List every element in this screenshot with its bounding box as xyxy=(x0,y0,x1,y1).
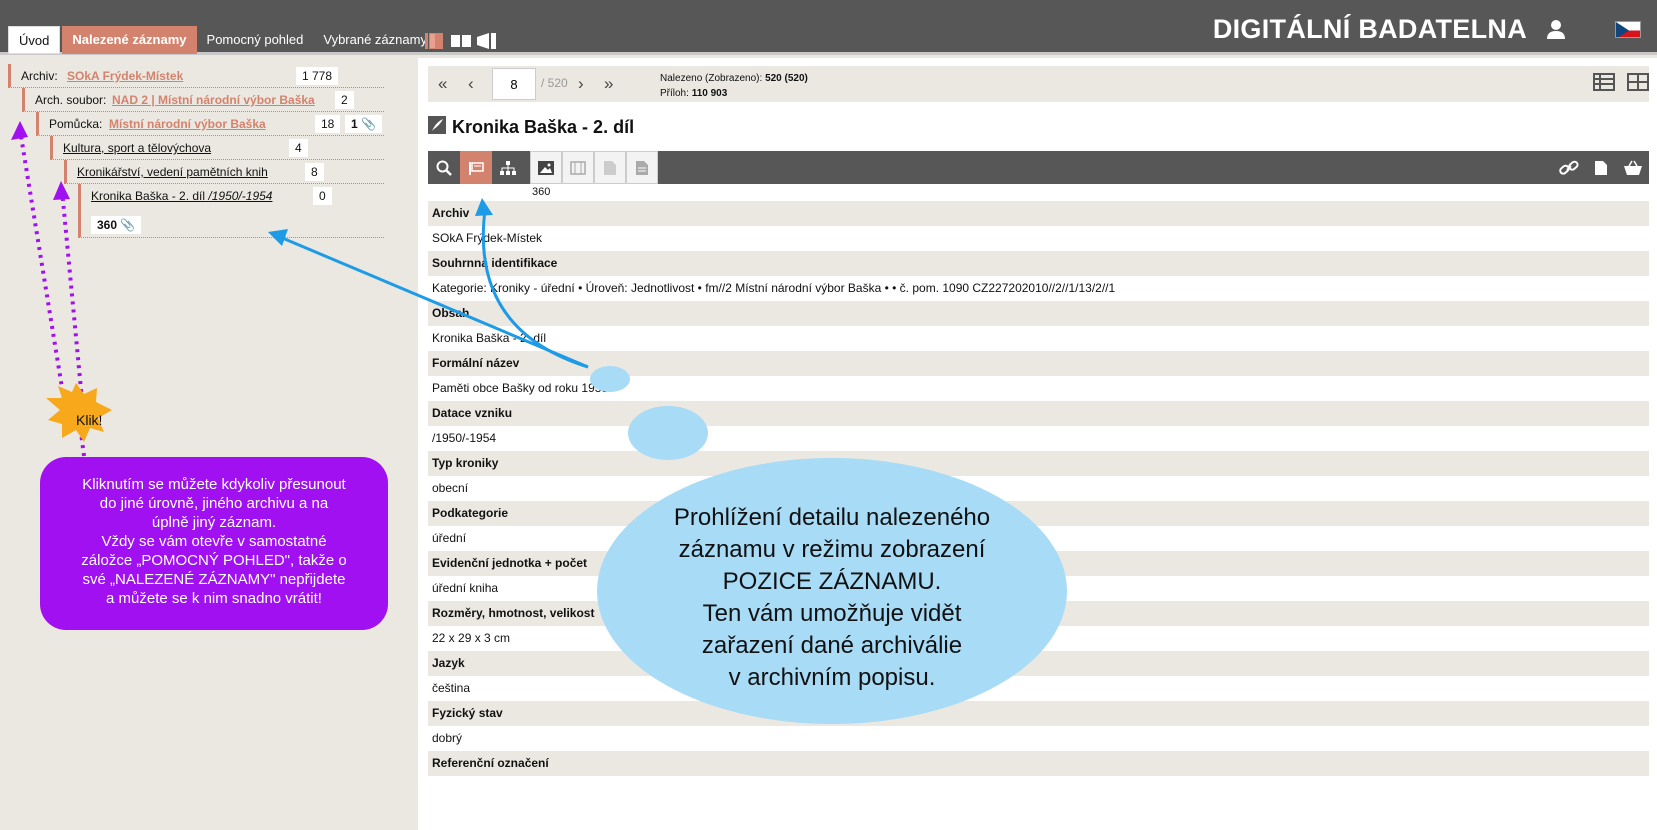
archive-tree-panel: Archiv: SOkA Frýdek-Místek 1 778 Arch. s… xyxy=(0,58,410,830)
first-page-icon[interactable]: « xyxy=(438,74,447,94)
field-value: Paměti obce Bašky od roku 1938 xyxy=(428,376,1649,401)
record-fields: Archiv SOkA Frýdek-Místek Souhrnná ident… xyxy=(428,201,1649,801)
attach-label: Příloh: xyxy=(660,88,689,99)
tree-row-arch-soubor: Arch. soubor: NAD 2 | Místní národní výb… xyxy=(22,88,384,112)
found-label: Nalezeno (Zobrazeno): xyxy=(660,73,763,84)
tree-count: 4 xyxy=(289,139,308,157)
tab-pomocny-pohled[interactable]: Pomocný pohled xyxy=(197,26,314,54)
page-total: / 520 xyxy=(541,76,568,90)
field-label: Archiv xyxy=(428,201,1649,226)
record-position-icon[interactable] xyxy=(460,151,492,184)
attach-value: 110 903 xyxy=(691,88,728,99)
field-label: Souhrnná identifikace xyxy=(428,251,1649,276)
field-label: Datace vzniku xyxy=(428,401,1649,426)
two-panel-icon[interactable] xyxy=(451,32,471,50)
split-view-icon[interactable] xyxy=(425,32,445,50)
quill-icon xyxy=(428,116,446,139)
list-view-icons xyxy=(1593,72,1649,97)
tree-attachment-count-value: 360 xyxy=(97,218,118,232)
pdf-export-icon[interactable] xyxy=(1585,151,1617,184)
field-value: čeština xyxy=(428,676,1649,701)
view-mode-icons xyxy=(425,32,497,50)
tree-kronika-date: /1950/-1954 xyxy=(208,189,273,203)
field-value: SOkA Frýdek-Místek xyxy=(428,226,1649,251)
field-label: Rozměry, hmotnost, velikost xyxy=(428,601,1649,626)
tree-link-kultura[interactable]: Kultura, sport a tělovýchova xyxy=(63,136,211,160)
tree-link-archiv[interactable]: SOkA Frýdek-Místek xyxy=(67,64,183,88)
tree-link-kronika[interactable]: Kronika Baška - 2. díl /1950/-1954 xyxy=(91,184,272,208)
tree-link-arch-soubor[interactable]: NAD 2 | Místní národní výbor Baška xyxy=(112,88,315,112)
field-value: úřední kniha xyxy=(428,576,1649,601)
tree-count: 1 778 xyxy=(296,67,339,85)
next-page-icon[interactable]: › xyxy=(578,74,584,94)
pdf-icon[interactable] xyxy=(594,151,626,184)
field-label: Evidenční jednotka + počet xyxy=(428,551,1649,576)
field-value: obecní xyxy=(428,476,1649,501)
record-toolbar xyxy=(428,151,1649,184)
app-title: DIGITÁLNÍ BADATELNA xyxy=(1212,14,1527,44)
user-icon[interactable] xyxy=(1545,18,1567,40)
tree-row-kronika: Kronika Baška - 2. díl /1950/-1954 0 360… xyxy=(78,184,384,238)
tree-label: Pomůcka: xyxy=(49,117,103,131)
tree-count: 18 xyxy=(315,115,341,133)
hierarchy-icon[interactable] xyxy=(492,151,524,184)
tree-row-kultura: Kultura, sport a tělovýchova 4 xyxy=(50,136,384,160)
list-view-icon[interactable] xyxy=(1593,72,1615,97)
tree-kronika-title: Kronika Baška - 2. díl xyxy=(91,189,206,203)
tree-count: 0 xyxy=(313,187,332,205)
paperclip-icon: 📎 xyxy=(120,218,136,232)
prev-page-icon[interactable]: ‹ xyxy=(468,74,474,94)
video-icon[interactable] xyxy=(562,151,594,184)
field-value: Kronika Baška - 2. díl xyxy=(428,326,1649,351)
results-info: Nalezeno (Zobrazeno): 520 (520) Příloh: … xyxy=(660,71,808,101)
field-value xyxy=(428,776,1649,801)
tree-attachment-count-value: 1 xyxy=(351,117,358,131)
tab-uvod[interactable]: Úvod xyxy=(8,26,61,54)
tree-row-pomucka: Pomůcka: Místní národní výbor Baška 18 1… xyxy=(36,112,384,136)
tree-link-pomucka[interactable]: Místní národní výbor Baška xyxy=(109,112,266,136)
images-count: 360 xyxy=(532,186,551,198)
field-label: Obsah xyxy=(428,301,1649,326)
pager-bar: « ‹ / 520 › » Nalezeno (Zobrazeno): 520 … xyxy=(428,66,1649,102)
field-label: Podkategorie xyxy=(428,501,1649,526)
record-title: Kronika Baška - 2. díl xyxy=(452,117,635,137)
document-icon[interactable] xyxy=(626,151,658,184)
tree-label: Archiv: xyxy=(21,69,58,83)
tree-attachment-count: 360 📎 xyxy=(91,216,142,234)
page-number-input[interactable] xyxy=(492,68,536,100)
top-bar: Úvod Nalezené záznamy Pomocný pohled Vyb… xyxy=(0,0,1657,55)
record-title-row: Kronika Baška - 2. díl xyxy=(428,116,634,139)
field-label: Formální název xyxy=(428,351,1649,376)
field-value: úřední xyxy=(428,526,1649,551)
paperclip-icon: 📎 xyxy=(361,117,376,131)
field-value: 22 x 29 x 3 cm xyxy=(428,626,1649,651)
grid-view-icon[interactable] xyxy=(1627,72,1649,97)
field-value: Kategorie: Kroniky - úřední • Úroveň: Je… xyxy=(428,276,1649,301)
tree-link-kronikarstvi[interactable]: Kronikářství, vedení pamětních knih xyxy=(77,160,268,184)
record-detail-panel: « ‹ / 520 › » Nalezeno (Zobrazeno): 520 … xyxy=(418,58,1657,830)
field-value: dobrý xyxy=(428,726,1649,751)
tree-count: 2 xyxy=(335,91,354,109)
found-value: 520 (520) xyxy=(765,73,808,84)
field-label: Jazyk xyxy=(428,651,1649,676)
last-page-icon[interactable]: » xyxy=(604,74,613,94)
tree-attachment-count: 1 📎 xyxy=(345,115,382,133)
field-value: /1950/-1954 xyxy=(428,426,1649,451)
basket-icon[interactable] xyxy=(1617,151,1649,184)
search-icon[interactable] xyxy=(428,151,460,184)
image-icon[interactable] xyxy=(530,151,562,184)
field-label: Referenční označení xyxy=(428,751,1649,776)
tree-row-archiv: Archiv: SOkA Frýdek-Místek 1 778 xyxy=(8,64,384,88)
tab-vybrane-zaznamy[interactable]: Vybrané záznamy xyxy=(313,26,437,54)
czech-flag-icon[interactable] xyxy=(1615,21,1641,38)
presentation-icon[interactable] xyxy=(477,32,497,50)
tree-count: 8 xyxy=(305,163,324,181)
field-label: Fyzický stav xyxy=(428,701,1649,726)
link-icon[interactable] xyxy=(1553,151,1585,184)
tab-nalezene-zaznamy[interactable]: Nalezené záznamy xyxy=(62,26,197,54)
field-label: Typ kroniky xyxy=(428,451,1649,476)
tree-row-kronikarstvi: Kronikářství, vedení pamětních knih 8 xyxy=(64,160,384,184)
main-tabs: Úvod Nalezené záznamy Pomocný pohled Vyb… xyxy=(8,26,437,54)
tree-label: Arch. soubor: xyxy=(35,93,107,107)
